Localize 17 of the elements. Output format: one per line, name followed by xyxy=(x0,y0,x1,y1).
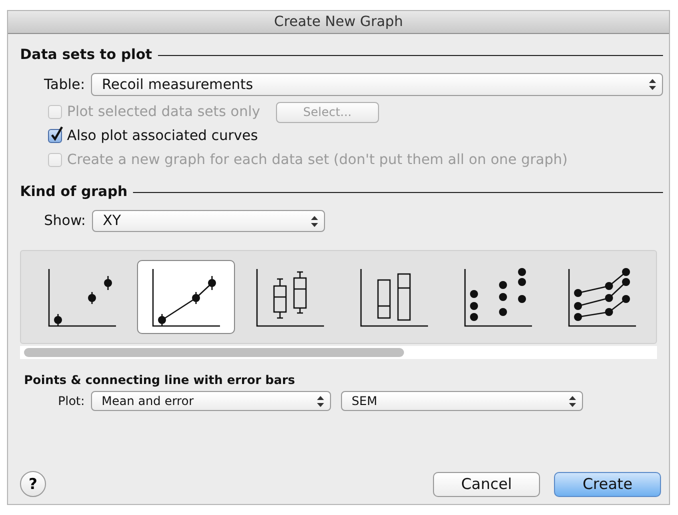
checkbox-label: Plot selected data sets only xyxy=(67,104,260,120)
plot-dropdown[interactable]: Mean and error xyxy=(90,391,331,411)
section-heading: Data sets to plot xyxy=(20,47,152,63)
show-dropdown[interactable]: XY xyxy=(92,210,325,232)
checkbox-label: Also plot associated curves xyxy=(67,128,258,144)
table-dropdown[interactable]: Recoil measurements xyxy=(90,73,663,96)
checkbox-label: Create a new graph for each data set (don't put them all on one graph) xyxy=(67,152,568,168)
field-label: Show: xyxy=(44,213,86,229)
error-dropdown[interactable]: SEM xyxy=(340,391,583,411)
help-button[interactable]: ? xyxy=(20,471,46,497)
section-heading: Points & connecting line with error bars xyxy=(24,373,296,387)
section-heading: Kind of graph xyxy=(20,184,128,200)
create-button[interactable]: Create xyxy=(554,472,661,496)
window-title: Create New Graph xyxy=(8,11,669,34)
field-label: Table: xyxy=(44,76,85,92)
cancel-button[interactable]: Cancel xyxy=(433,472,540,496)
field-label: Plot: xyxy=(58,394,85,408)
